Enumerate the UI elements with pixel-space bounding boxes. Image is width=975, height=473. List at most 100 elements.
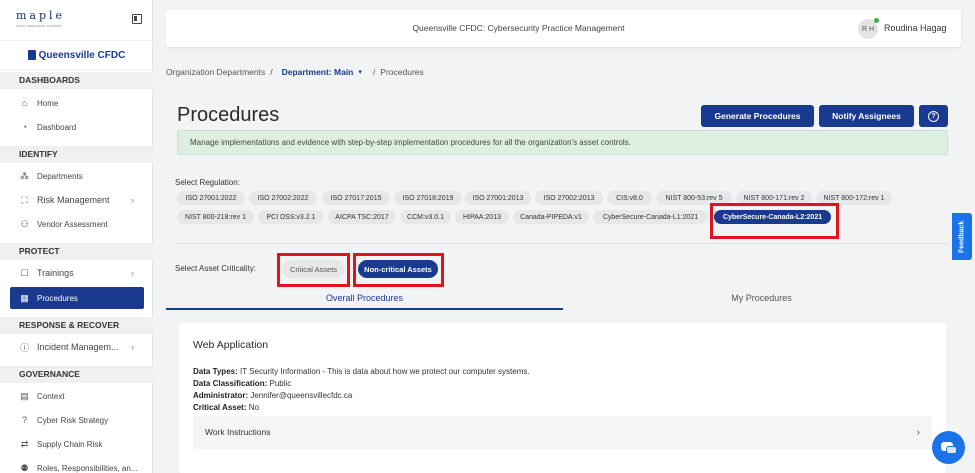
section-governance: GOVERNANCE (0, 366, 153, 383)
sidebar-item-context[interactable]: ▤ Context (10, 385, 144, 407)
regulation-chip[interactable]: CCM:v3.0.1 (400, 210, 451, 224)
section-response-recover: RESPONSE & RECOVER (0, 317, 153, 334)
tab-overall-procedures[interactable]: Overall Procedures (166, 293, 563, 309)
regulation-chip[interactable]: Canada-PIPEDA:v1 (513, 210, 589, 224)
chevron-right-icon: › (131, 195, 134, 205)
info-banner: Manage implementations and evidence with… (177, 130, 948, 155)
asset-card: Web Application Data Types: IT Security … (179, 323, 946, 473)
sidebar-item-procedures[interactable]: ▦ Procedures (10, 287, 144, 309)
chevron-down-icon[interactable]: ▾ (358, 68, 362, 76)
administrator-row: Administrator: Jennifer@queensvillecfdc.… (193, 391, 352, 400)
org-switcher[interactable]: Queensville CFDC (0, 40, 153, 70)
sidebar-item-label: Supply Chain Risk (37, 439, 103, 449)
notify-assignees-button[interactable]: Notify Assignees (819, 105, 914, 127)
sidebar-item-roles[interactable]: ⚉ Roles, Responsibilities, an... (10, 457, 144, 473)
page-title: Procedures (177, 104, 280, 126)
critical-asset-key: Critical Asset: (193, 403, 247, 412)
work-instructions-label: Work Instructions (205, 427, 271, 437)
sidebar-item-label: Context (37, 391, 65, 401)
breadcrumb: Organization Departments / Department: M… (166, 67, 424, 77)
risk-icon: ⛶ (21, 194, 28, 205)
procedures-icon: ▦ (20, 292, 29, 303)
sidebar-item-trainings[interactable]: ☐ Trainings › (10, 262, 144, 284)
strategy-icon: ? (21, 415, 27, 425)
sidebar-item-label: Dashboard (37, 122, 77, 132)
online-status-icon (874, 18, 879, 23)
help-button[interactable]: ? (919, 105, 948, 127)
regulation-chip[interactable]: ISO 27018:2019 (394, 191, 462, 205)
sidebar-item-dashboard[interactable]: ◔ Dashboard (10, 116, 144, 138)
document-icon: ▤ (20, 390, 29, 401)
gauge-icon: ◔ (21, 122, 28, 132)
classification-value: Public (269, 379, 292, 388)
divider (175, 243, 948, 244)
top-header: Queensville CFDC: Cybersecurity Practice… (166, 10, 961, 47)
chevron-right-icon: › (916, 427, 920, 438)
sidebar-item-label: Cyber Risk Strategy (37, 415, 109, 425)
regulation-chip[interactable]: CIS:v8.0 (607, 191, 652, 205)
active-tab-indicator (166, 308, 563, 310)
org-name: Queensville CFDC (38, 49, 126, 61)
logo-tagline: cyber assurance solutions (16, 23, 63, 28)
chat-bubble-icon (946, 446, 957, 454)
sidebar-item-label: Departments (37, 171, 83, 181)
regulation-chip[interactable]: ISO 27002:2013 (535, 191, 603, 205)
vendor-icon: ⚇ (20, 218, 29, 229)
feedback-tab[interactable]: Feedback (952, 213, 972, 260)
critical-asset-row: Critical Asset: No (193, 403, 259, 412)
sidebar-item-risk-management[interactable]: ⛶ Risk Management › (10, 189, 144, 211)
alert-circle-icon: ⓘ (19, 342, 29, 353)
chevron-right-icon: › (131, 342, 134, 352)
data-types-key: Data Types: (193, 367, 238, 376)
chat-button[interactable] (932, 431, 965, 464)
classification-row: Data Classification: Public (193, 379, 291, 388)
maple-logo[interactable]: maple (16, 9, 65, 22)
data-types-value: IT Security Information - This is data a… (240, 367, 530, 376)
breadcrumb-root[interactable]: Organization Departments (166, 67, 265, 77)
regulation-chip[interactable]: AICPA TSC:2017 (328, 210, 396, 224)
regulation-chip[interactable]: ISO 27001:2013 (465, 191, 531, 205)
classification-key: Data Classification: (193, 379, 268, 388)
regulation-chip[interactable]: PCI DSS:v3.2.1 (258, 210, 324, 224)
section-protect: PROTECT (0, 243, 153, 260)
roles-icon: ⚉ (20, 462, 29, 473)
regulation-chip[interactable]: ISO 27017:2015 (322, 191, 390, 205)
sidebar-item-label: Risk Management (37, 195, 110, 205)
sidebar-item-home[interactable]: ⌂ Home (10, 92, 144, 114)
sidebar-item-label: Vendor Assessment (37, 219, 108, 229)
asset-title: Web Application (193, 339, 269, 351)
sidebar-item-label: Roles, Responsibilities, an... (37, 463, 138, 473)
regulation-chip[interactable]: HIPAA:2013 (455, 210, 509, 224)
sidebar-item-label: Procedures (37, 293, 78, 303)
regulation-chip[interactable]: ISO 27002:2022 (249, 191, 317, 205)
critical-asset-value: No (248, 403, 259, 412)
section-dashboards: DASHBOARDS (0, 72, 153, 89)
sidebar-item-label: Home (37, 98, 59, 108)
regulation-chip[interactable]: NIST 800-218:rev 1 (177, 210, 254, 224)
department-dropdown[interactable]: Department: Main (282, 67, 354, 77)
sidebar-item-incident-management[interactable]: ⓘ Incident Managem... › (10, 336, 144, 358)
sidebar-item-label: Trainings (37, 268, 74, 278)
administrator-value: Jennifer@queensvillecfdc.ca (250, 391, 353, 400)
breadcrumb-current: Procedures (380, 67, 424, 77)
generate-procedures-button[interactable]: Generate Procedures (701, 105, 814, 127)
chevron-right-icon: › (131, 268, 134, 278)
sidebar-item-departments[interactable]: ⁂ Departments (10, 165, 144, 187)
regulation-chip[interactable]: CyberSecure-Canada-L1:2021 (593, 210, 708, 224)
select-criticality-label: Select Asset Criticality: (175, 264, 256, 273)
work-instructions-row[interactable]: Work Instructions › (193, 416, 932, 449)
highlight-box-critical (277, 253, 350, 287)
supply-chain-icon: ⇄ (20, 438, 29, 449)
regulation-chip[interactable]: ISO 27001:2022 (177, 191, 245, 205)
sidebar-item-supply-chain-risk[interactable]: ⇄ Supply Chain Risk (10, 433, 144, 455)
tab-my-procedures[interactable]: My Procedures (563, 293, 960, 309)
building-icon (27, 50, 36, 60)
collapse-sidebar-icon[interactable] (132, 14, 142, 24)
sidebar: maple cyber assurance solutions Queensvi… (0, 0, 153, 473)
data-types-row: Data Types: IT Security Information - Th… (193, 367, 530, 376)
user-name[interactable]: Roudina Hagag (884, 23, 947, 33)
header-title: Queensville CFDC: Cybersecurity Practice… (412, 23, 625, 33)
sidebar-item-cyber-risk-strategy[interactable]: ? Cyber Risk Strategy (10, 409, 144, 431)
sidebar-item-vendor-assessment[interactable]: ⚇ Vendor Assessment (10, 213, 144, 235)
highlight-box-non-critical (353, 253, 444, 287)
